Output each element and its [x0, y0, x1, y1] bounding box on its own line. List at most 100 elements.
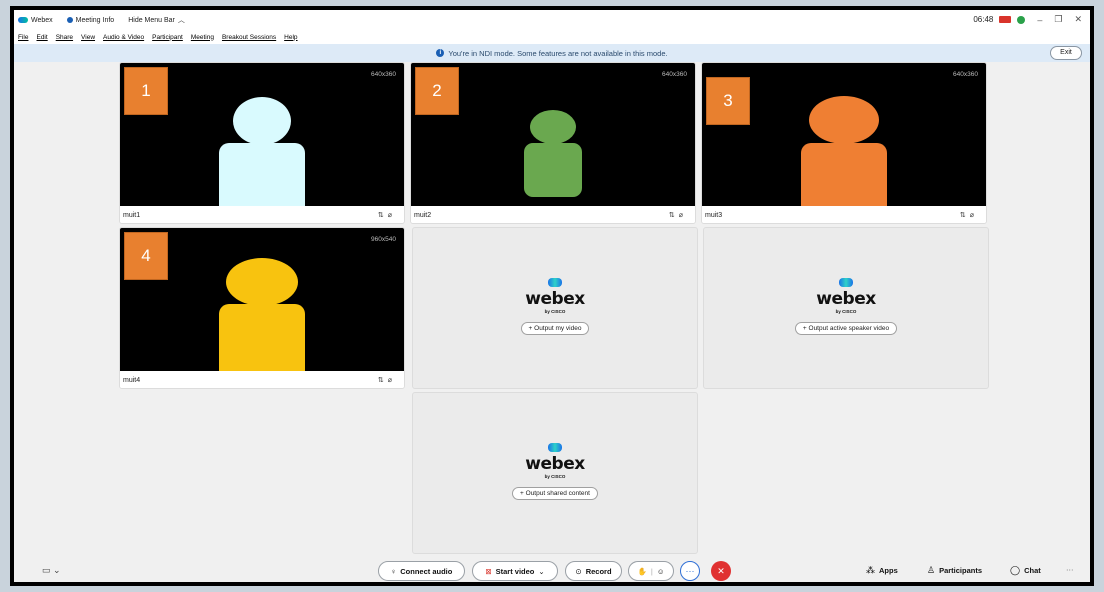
output-shared-content-button[interactable]: + Output shared content [512, 487, 598, 500]
tile-options-icons[interactable]: ⇅⌀ [378, 206, 396, 223]
menu-audio-video[interactable]: Audio & Video [103, 34, 144, 41]
output-my-video-button[interactable]: + Output my video [520, 322, 590, 335]
emoji-icon: ☺ [656, 566, 665, 576]
cisco-byline: by CISCO [544, 474, 566, 479]
tile-options-icons[interactable]: ⇅⌀ [378, 371, 396, 388]
leave-meeting-button[interactable]: ✕ [711, 561, 731, 581]
participant-body [524, 143, 582, 197]
resolution-label: 960x540 [371, 236, 396, 243]
webex-logo-icon [18, 17, 28, 23]
menu-bar: File Edit Share View Audio & Video Parti… [14, 30, 1090, 44]
video-feed: 960x540 4 [120, 228, 404, 371]
app-name: Webex [31, 16, 53, 24]
output-active-speaker-tile: webex by CISCO + Output active speaker v… [703, 227, 989, 389]
chat-button[interactable]: ◯ Chat [1010, 565, 1041, 576]
participant-name: muit2 [414, 212, 432, 219]
chat-label: Chat [1024, 566, 1041, 575]
ndi-mode-banner: i You're in NDI mode. Some features are … [14, 44, 1090, 62]
banner-message: You're in NDI mode. Some features are no… [448, 48, 668, 58]
record-button[interactable]: ⊙ Record [565, 561, 622, 581]
participant-body [801, 143, 887, 206]
menu-meeting[interactable]: Meeting [191, 34, 214, 41]
tile-number-badge: 3 [706, 77, 750, 125]
tile-options-icons[interactable]: ⇅⌀ [669, 206, 687, 223]
participants-label: Participants [939, 566, 983, 575]
video-off-icon: ⊠ [485, 566, 492, 576]
meeting-info-label: Meeting Info [75, 16, 115, 24]
webex-wordmark: webex [816, 289, 876, 309]
video-tile-1[interactable]: 640x360 1 muit1 ⇅⌀ [119, 62, 405, 224]
chat-icon: ◯ [1010, 565, 1021, 575]
reactions-group[interactable]: ✋ | ☺ [628, 561, 674, 581]
video-tile-2[interactable]: 640x360 2 muit2 ⇅⌀ [410, 62, 696, 224]
start-video-button[interactable]: ⊠ Start video ⌄ [472, 561, 558, 581]
chevron-up-icon: ︿ [177, 17, 185, 24]
connection-status-icon [1017, 15, 1026, 24]
menu-share[interactable]: Share [56, 34, 73, 41]
participant-head [809, 96, 879, 144]
close-icon: ✕ [717, 565, 725, 576]
menu-edit[interactable]: Edit [36, 34, 47, 41]
clock: 06:48 [973, 15, 994, 24]
more-options-button[interactable]: ··· [680, 561, 700, 581]
participant-name-bar: muit1 ⇅⌀ [120, 206, 404, 223]
recording-status-icon [999, 16, 1012, 23]
participant-body [219, 143, 305, 206]
microphone-icon: ♀ [390, 566, 397, 576]
record-label: Record [585, 566, 612, 576]
participant-name: muit3 [705, 212, 723, 219]
video-tile-4[interactable]: 960x540 4 muit4 ⇅⌀ [119, 227, 405, 389]
menu-breakout-sessions[interactable]: Breakout Sessions [222, 34, 276, 41]
meeting-info-button[interactable]: Meeting Info [66, 16, 115, 24]
menu-file[interactable]: File [18, 34, 28, 41]
output-shared-content-tile: webex by CISCO + Output shared content [412, 392, 698, 554]
participant-head [226, 258, 298, 306]
apps-icon: ⁂ [866, 565, 875, 575]
start-video-label: Start video [495, 566, 535, 576]
participant-name-bar: muit4 ⇅⌀ [120, 371, 404, 388]
close-window-button[interactable]: ✕ [1074, 14, 1082, 25]
raise-hand-icon: ✋ [637, 566, 647, 576]
minimize-button[interactable]: – [1037, 15, 1042, 25]
tile-options-icons[interactable]: ⇅⌀ [960, 206, 978, 223]
chevron-down-icon: ⌄ [538, 566, 545, 576]
tile-number-badge: 4 [124, 232, 168, 280]
webex-logo-icon [548, 278, 562, 287]
overflow-menu-button[interactable]: ⋯ [1066, 565, 1074, 574]
video-tile-3[interactable]: 640x360 3 muit3 ⇅⌀ [701, 62, 987, 224]
webex-wordmark: webex [525, 454, 585, 474]
participant-head [233, 97, 291, 145]
apps-button[interactable]: ⁂ Apps [866, 565, 898, 576]
webex-branding: webex by CISCO + Output my video [413, 278, 697, 335]
menu-view[interactable]: View [81, 34, 95, 41]
restore-button[interactable]: ❐ [1054, 14, 1062, 25]
meeting-controls-bar: ▭ ⌄ ♀ Connect audio ⊠ Start video ⌄ ⊙ Re… [14, 559, 1090, 582]
resolution-label: 640x360 [371, 71, 396, 78]
participants-button[interactable]: ♙ Participants [927, 565, 982, 576]
webex-wordmark: webex [525, 289, 585, 309]
resolution-label: 640x360 [662, 71, 687, 78]
title-bar: Webex Meeting Info Hide Menu Bar ︿ 06:48… [14, 10, 1090, 30]
menu-help[interactable]: Help [284, 34, 297, 41]
menu-participant[interactable]: Participant [152, 34, 183, 41]
info-icon: i [436, 49, 445, 57]
participant-body [219, 304, 305, 371]
webex-branding: webex by CISCO + Output active speaker v… [704, 278, 988, 335]
exit-button[interactable]: Exit [1050, 46, 1082, 60]
webex-app-button[interactable]: Webex [18, 17, 53, 24]
hide-menu-bar-button[interactable]: Hide Menu Bar ︿ [128, 15, 185, 25]
output-active-speaker-button[interactable]: + Output active speaker video [794, 322, 898, 335]
participant-name: muit4 [123, 377, 141, 384]
tile-number-badge: 1 [124, 67, 168, 115]
participant-name-bar: muit2 ⇅⌀ [411, 206, 695, 223]
resolution-label: 640x360 [953, 71, 978, 78]
webex-branding: webex by CISCO + Output shared content [413, 443, 697, 500]
connect-audio-label: Connect audio [400, 566, 453, 576]
cisco-byline: by CISCO [835, 309, 857, 314]
participant-name-bar: muit3 ⇅⌀ [702, 206, 986, 223]
connect-audio-button[interactable]: ♀ Connect audio [378, 561, 465, 581]
info-shield-icon [66, 17, 73, 23]
layout-caption-button[interactable]: ▭ ⌄ [42, 565, 61, 576]
participant-head [530, 110, 576, 144]
record-icon: ⊙ [575, 566, 582, 576]
